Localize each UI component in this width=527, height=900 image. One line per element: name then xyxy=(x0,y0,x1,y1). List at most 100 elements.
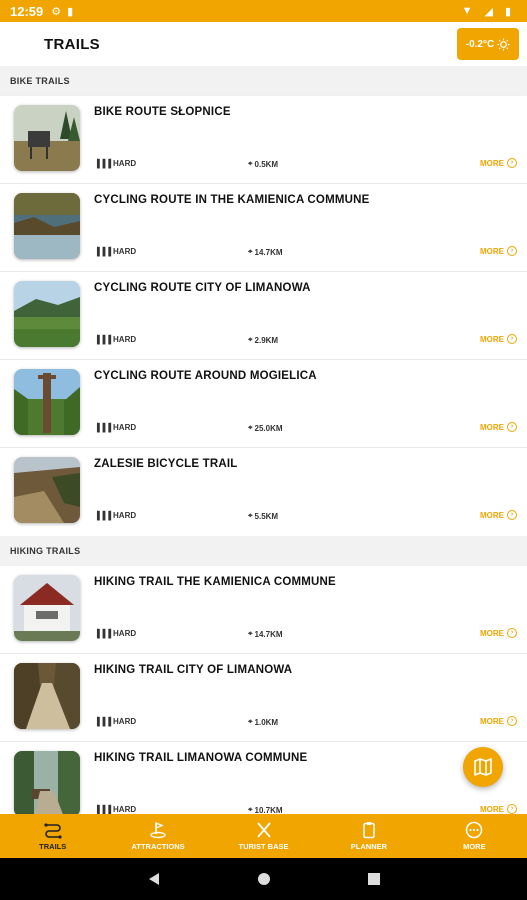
nav-trails[interactable]: TRAILS xyxy=(0,814,105,858)
difficulty-label: HARD xyxy=(113,717,137,726)
trail-distance: ⌖ 2.9KM xyxy=(248,335,278,345)
nav-label: ATTRACTIONS xyxy=(131,842,185,851)
arrow-circle-icon: › xyxy=(507,158,517,168)
trail-difficulty: ▐▐▐ HARD xyxy=(94,247,136,256)
nav-label: TRAILS xyxy=(39,842,67,851)
trail-distance: ⌖ 0.5KM xyxy=(248,159,278,169)
list-item[interactable]: BIKE ROUTE SŁOPNICE ▐▐▐ HARD ⌖ 0.5KM MOR… xyxy=(0,96,527,184)
difficulty-icon: ▐▐▐ xyxy=(94,159,112,168)
difficulty-label: HARD xyxy=(113,511,137,520)
arrow-circle-icon: › xyxy=(507,422,517,432)
distance-label: 1.0KM xyxy=(254,717,279,727)
section-header-hiking-trails: HIKING TRAILS xyxy=(0,536,527,566)
map-icon xyxy=(474,758,492,776)
trail-difficulty: ▐▐▐ HARD xyxy=(94,717,136,726)
nav-label: PLANNER xyxy=(350,842,388,851)
trail-title: CYCLING ROUTE CITY OF LIMANOWA xyxy=(94,282,311,294)
trail-distance: ⌖ 14.7KM xyxy=(248,629,283,639)
more-label: MORE xyxy=(480,510,504,520)
more-link[interactable]: MORE › xyxy=(480,158,517,168)
location-pin-icon: ⌖ xyxy=(248,335,253,344)
trail-difficulty: ▐▐▐ HARD xyxy=(94,805,136,814)
difficulty-icon: ▐▐▐ xyxy=(94,247,112,256)
list-item[interactable]: HIKING TRAIL THE KAMIENICA COMMUNE ▐▐▐ H… xyxy=(0,566,527,654)
trail-thumbnail xyxy=(14,193,80,259)
trail-thumbnail xyxy=(14,281,80,347)
trail-title: HIKING TRAIL LIMANOWA COMMUNE xyxy=(94,752,308,764)
more-link[interactable]: MORE › xyxy=(480,716,517,726)
nav-planner[interactable]: PLANNER xyxy=(316,814,421,858)
trail-difficulty: ▐▐▐ HARD xyxy=(94,335,136,344)
weather-temperature: -0.2°C xyxy=(465,38,495,50)
trail-thumbnail xyxy=(14,751,80,814)
map-button[interactable] xyxy=(463,747,503,787)
difficulty-label: HARD xyxy=(113,159,137,168)
trails-icon xyxy=(44,823,62,839)
nav-more[interactable]: MORE xyxy=(422,814,527,858)
list-item[interactable]: ZALESIE BICYCLE TRAIL ▐▐▐ HARD ⌖ 5.5KM M… xyxy=(0,448,527,536)
back-icon[interactable] xyxy=(147,872,161,886)
trail-title: HIKING TRAIL THE KAMIENICA COMMUNE xyxy=(94,576,336,588)
trail-difficulty: ▐▐▐ HARD xyxy=(94,511,136,520)
difficulty-icon: ▐▐▐ xyxy=(94,629,112,638)
difficulty-label: HARD xyxy=(113,247,137,256)
arrow-circle-icon: › xyxy=(507,334,517,344)
more-label: MORE xyxy=(480,716,504,726)
nav-attractions[interactable]: ATTRACTIONS xyxy=(105,814,210,858)
trail-thumbnail xyxy=(14,663,80,729)
arrow-circle-icon: › xyxy=(507,628,517,638)
trail-title: CYCLING ROUTE AROUND MOGIELICA xyxy=(94,370,317,382)
trail-distance: ⌖ 1.0KM xyxy=(248,717,278,727)
more-label: MORE xyxy=(480,804,504,814)
location-pin-icon: ⌖ xyxy=(248,717,253,726)
trail-distance: ⌖ 10.7KM xyxy=(248,805,283,814)
distance-label: 5.5KM xyxy=(254,511,279,521)
trail-title: ZALESIE BICYCLE TRAIL xyxy=(94,458,238,470)
trail-difficulty: ▐▐▐ HARD xyxy=(94,629,136,638)
difficulty-icon: ▐▐▐ xyxy=(94,335,112,344)
more-label: MORE xyxy=(480,628,504,638)
fork-knife-icon xyxy=(256,822,271,838)
more-link[interactable]: MORE › xyxy=(480,804,517,814)
trail-title: HIKING TRAIL CITY OF LIMANOWA xyxy=(94,664,293,676)
difficulty-icon: ▐▐▐ xyxy=(94,717,112,726)
list-item[interactable]: CYCLING ROUTE IN THE KAMIENICA COMMUNE ▐… xyxy=(0,184,527,272)
app-bar: TRAILS -0.2°C xyxy=(0,22,527,66)
settings-status-icon: ⚙ xyxy=(51,5,62,18)
weather-button[interactable]: -0.2°C xyxy=(457,28,519,60)
distance-label: 0.5KM xyxy=(254,159,279,169)
trail-distance: ⌖ 14.7KM xyxy=(248,247,283,257)
arrow-circle-icon: › xyxy=(507,804,517,814)
list-item[interactable]: CYCLING ROUTE AROUND MOGIELICA ▐▐▐ HARD … xyxy=(0,360,527,448)
system-navigation-bar xyxy=(0,858,527,900)
distance-label: 14.7KM xyxy=(254,247,283,257)
trails-list[interactable]: BIKE TRAILS BIKE ROUTE SŁOPNICE ▐▐▐ HARD… xyxy=(0,66,527,814)
difficulty-icon: ▐▐▐ xyxy=(94,423,112,432)
bottom-navigation: TRAILS ATTRACTIONS TURIST BASE PLANNER M… xyxy=(0,814,527,858)
trail-title: CYCLING ROUTE IN THE KAMIENICA COMMUNE xyxy=(94,194,370,206)
nav-label: TURIST BASE xyxy=(238,842,289,851)
more-link[interactable]: MORE › xyxy=(480,628,517,638)
trail-thumbnail xyxy=(14,457,80,523)
more-link[interactable]: MORE › xyxy=(480,246,517,256)
more-icon xyxy=(466,821,483,839)
recents-icon[interactable] xyxy=(367,872,381,886)
list-item[interactable]: CYCLING ROUTE CITY OF LIMANOWA ▐▐▐ HARD … xyxy=(0,272,527,360)
list-item[interactable]: HIKING TRAIL LIMANOWA COMMUNE ▐▐▐ HARD ⌖… xyxy=(0,742,527,814)
clipboard-icon xyxy=(363,822,375,839)
trail-thumbnail xyxy=(14,575,80,641)
nav-label: MORE xyxy=(463,842,486,851)
nav-turist-base[interactable]: TURIST BASE xyxy=(211,814,316,858)
arrow-circle-icon: › xyxy=(507,246,517,256)
more-link[interactable]: MORE › xyxy=(480,422,517,432)
home-icon[interactable] xyxy=(257,872,271,886)
trail-thumbnail xyxy=(14,369,80,435)
more-link[interactable]: MORE › xyxy=(480,334,517,344)
hiking-trails-section: HIKING TRAIL THE KAMIENICA COMMUNE ▐▐▐ H… xyxy=(0,566,527,814)
distance-label: 25.0KM xyxy=(254,423,283,433)
arrow-circle-icon: › xyxy=(507,510,517,520)
list-item[interactable]: HIKING TRAIL CITY OF LIMANOWA ▐▐▐ HARD ⌖… xyxy=(0,654,527,742)
trail-thumbnail xyxy=(14,105,80,171)
more-label: MORE xyxy=(480,422,504,432)
more-link[interactable]: MORE › xyxy=(480,510,517,520)
